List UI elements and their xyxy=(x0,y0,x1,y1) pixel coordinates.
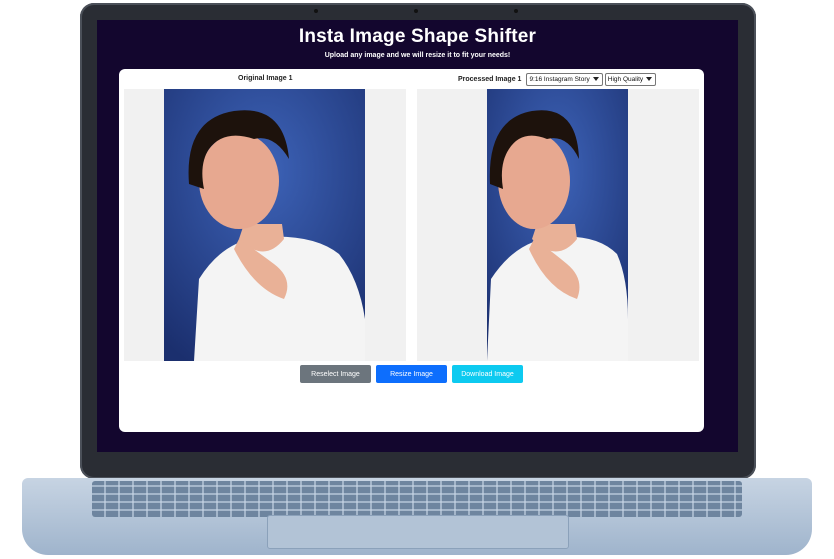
processed-image-panel xyxy=(417,89,699,361)
quality-select[interactable]: High Quality xyxy=(604,73,657,86)
original-image-heading: Original Image 1 xyxy=(238,75,293,82)
original-photo xyxy=(164,89,365,361)
keyboard xyxy=(92,481,742,517)
portrait-image-resized xyxy=(487,89,628,361)
trackpad xyxy=(267,515,569,549)
image-card: Original Image 1 Processed Image 1 9:16 … xyxy=(119,69,704,432)
page-title: Insta Image Shape Shifter xyxy=(298,26,537,47)
aspect-ratio-select[interactable]: 9:16 Instagram Story xyxy=(526,73,603,86)
sensor-dot xyxy=(514,9,518,13)
laptop-base xyxy=(22,478,812,555)
action-buttons: Reselect Image Resize Image Download Ima… xyxy=(119,365,704,383)
portrait-image xyxy=(164,89,365,361)
download-image-button[interactable]: Download Image xyxy=(452,365,523,383)
reselect-image-button[interactable]: Reselect Image xyxy=(300,365,371,383)
camera-icon xyxy=(414,9,418,13)
sensor-dot xyxy=(314,9,318,13)
processed-controls: Processed Image 1 9:16 Instagram Story H… xyxy=(458,73,657,86)
app-screen: Insta Image Shape Shifter Upload any ima… xyxy=(97,20,738,452)
resize-image-button[interactable]: Resize Image xyxy=(376,365,447,383)
page-subtitle: Upload any image and we will resize it t… xyxy=(324,52,511,59)
processed-photo xyxy=(487,89,628,361)
original-image-panel xyxy=(124,89,406,361)
processed-image-heading: Processed Image 1 xyxy=(458,76,522,83)
